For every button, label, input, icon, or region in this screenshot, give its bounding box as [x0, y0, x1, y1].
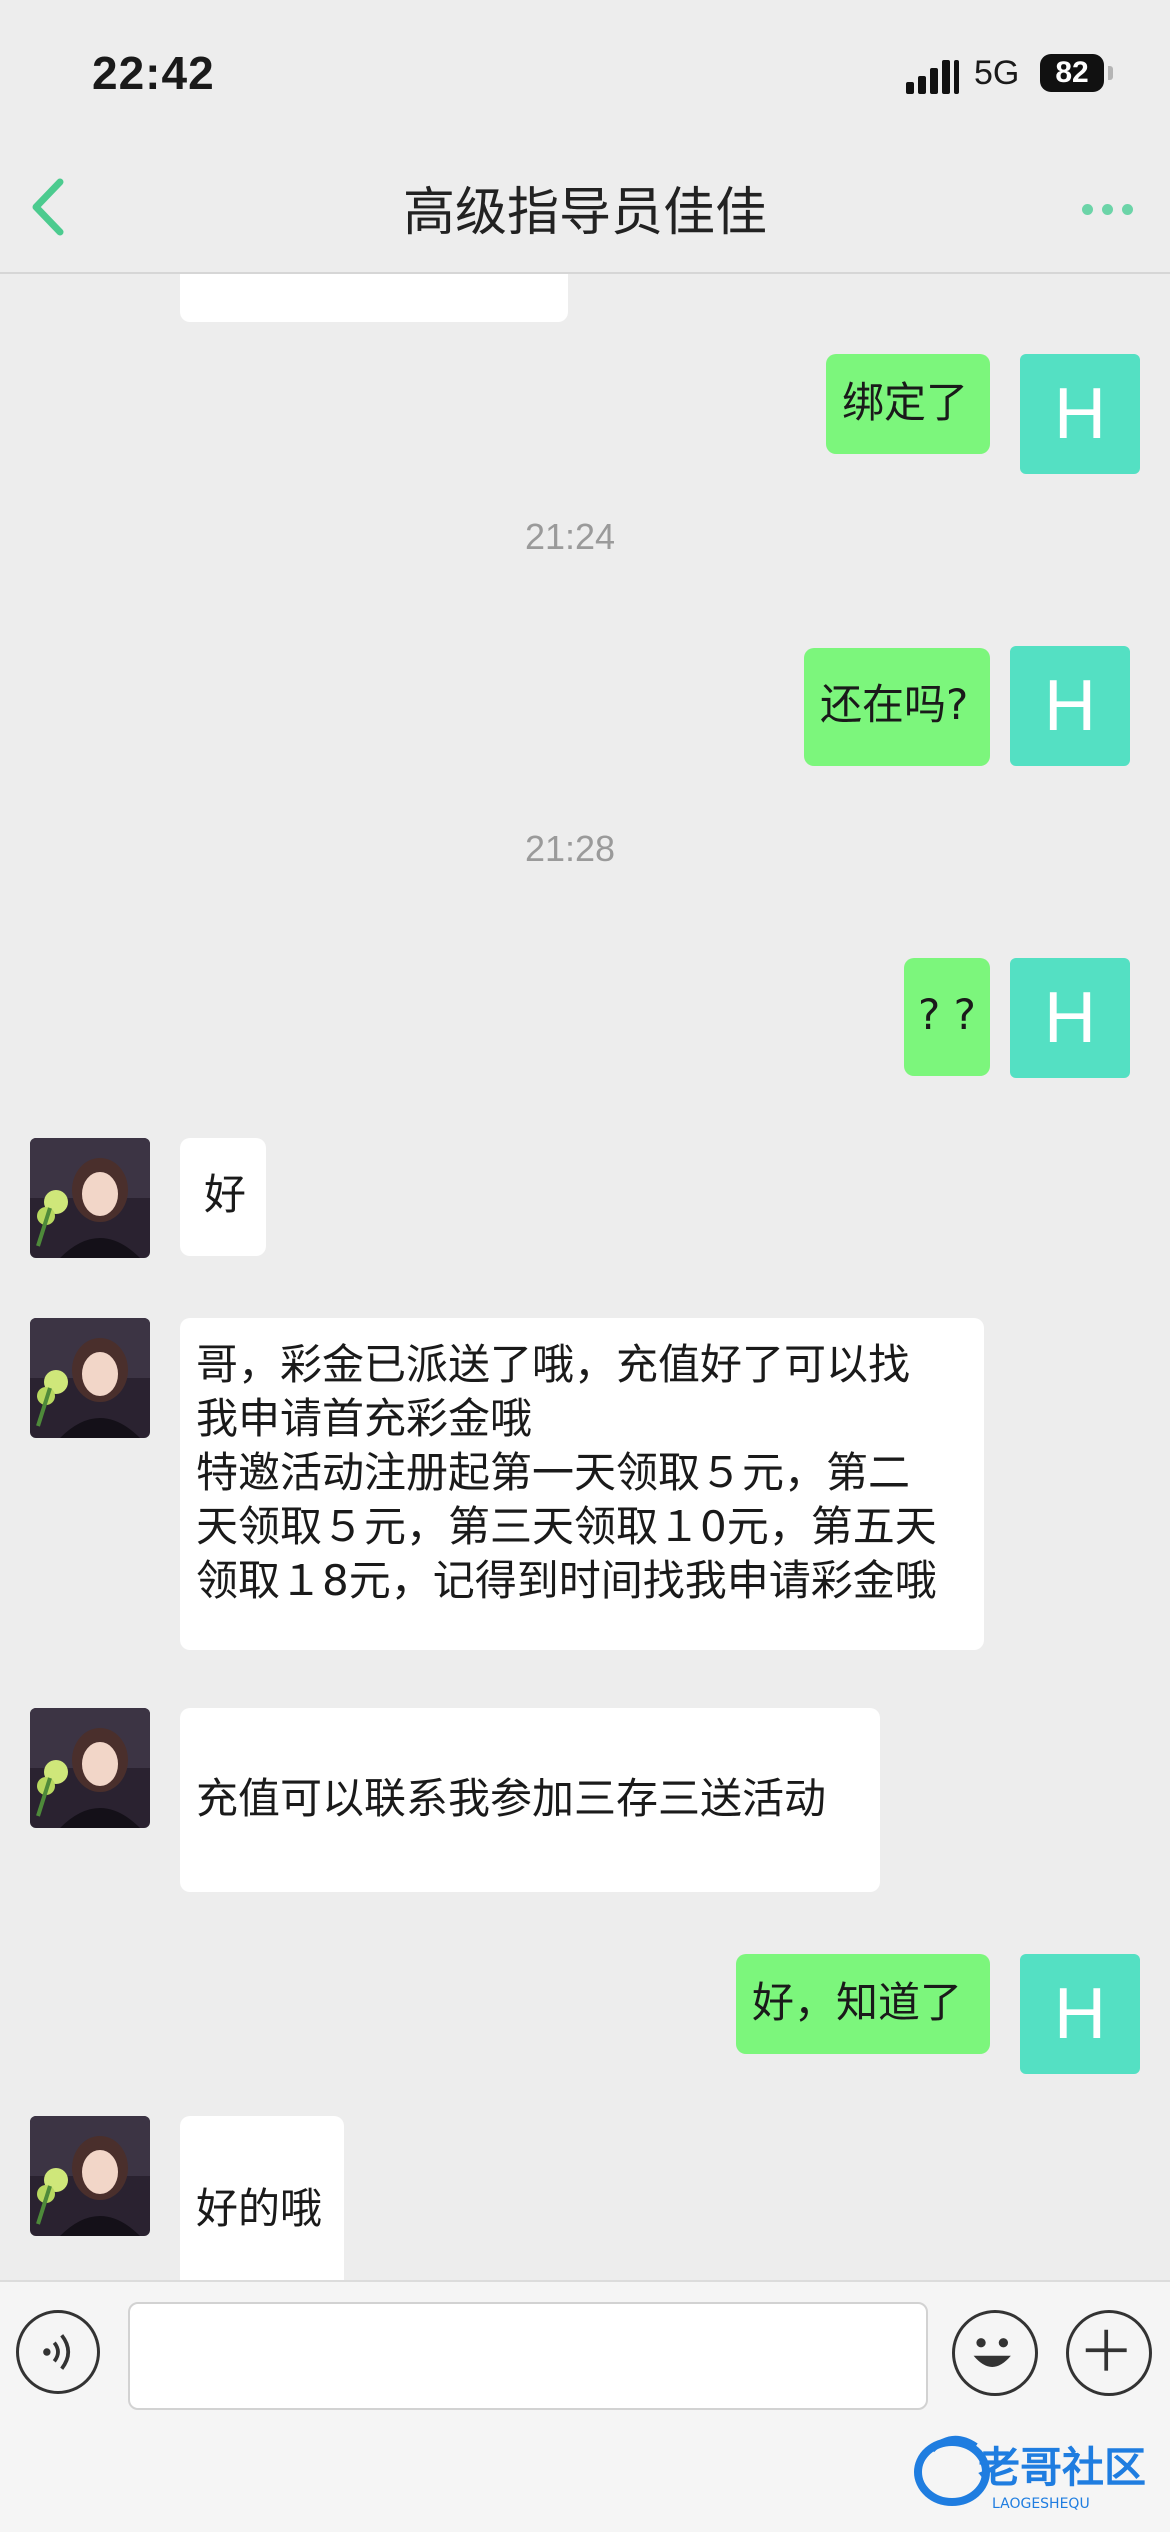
battery-icon: 82	[1040, 54, 1104, 92]
message-text-line: 天领取５元，第三天领取１0元，第五天	[196, 1502, 937, 1551]
message-bubble-incoming[interactable]: 好的哦	[180, 2116, 344, 2280]
message-bubble-outgoing[interactable]: 好，知道了	[736, 1954, 990, 2054]
message-text: 绑定了	[842, 378, 969, 427]
avatar[interactable]	[30, 1318, 150, 1438]
message-text: 好，知道了	[752, 1978, 963, 2027]
emoji-icon	[973, 2338, 1011, 2367]
message-text-line: 哥，彩金已派送了哦，充值好了可以找	[196, 1340, 911, 1389]
message-text-line: 我申请首充彩金哦	[196, 1394, 533, 1443]
message-bubble-outgoing[interactable]: 还在吗?	[804, 648, 990, 766]
watermark-logo: 老哥社区 LAOGESHEQU	[914, 2436, 1146, 2512]
status-time: 22:42	[92, 47, 215, 99]
plus-icon	[1085, 2329, 1127, 2371]
plus-button[interactable]	[1066, 2310, 1152, 2396]
message-bubble-incoming[interactable]: 好	[180, 1138, 266, 1256]
message-bubble-incoming[interactable]: 充值可以联系我参加三存三送活动	[180, 1708, 880, 1892]
signal-icon	[906, 58, 962, 94]
status-bar: 22:42 5G 82	[0, 0, 1170, 150]
message-bubble-outgoing[interactable]: ? ?	[904, 958, 990, 1076]
avatar[interactable]	[30, 2116, 150, 2236]
message-text-line: 领取１8元，记得到时间找我申请彩金哦	[196, 1556, 937, 1605]
message-text: 充值可以联系我参加三存三送活动	[196, 1774, 827, 1823]
avatar[interactable]: H	[1010, 646, 1130, 766]
avatar[interactable]	[30, 1138, 150, 1258]
timestamp: 21:24	[524, 516, 616, 557]
message-text-line: 特邀活动注册起第一天领取５元，第二	[196, 1448, 911, 1497]
message-text: 还在吗?	[820, 680, 969, 729]
network-type: 5G	[974, 54, 1020, 92]
watermark-subtitle: LAOGESHEQU	[992, 2496, 1090, 2512]
message-bubble-partial	[180, 274, 568, 322]
voice-button[interactable]	[16, 2310, 100, 2394]
message-text: ? ?	[918, 990, 976, 1039]
avatar[interactable]: H	[1020, 1954, 1140, 2074]
battery-cap	[1108, 66, 1113, 80]
message-bubble-outgoing[interactable]: 绑定了	[826, 354, 990, 454]
message-text: 好	[204, 1170, 247, 1219]
more-dots-icon[interactable]	[1082, 198, 1136, 218]
watermark-title: 老哥社区	[978, 2443, 1146, 2492]
nav-bar: 高级指导员佳佳	[0, 150, 1170, 274]
avatar[interactable]: H	[1010, 958, 1130, 1078]
voice-icon	[43, 2334, 71, 2370]
avatar[interactable]: H	[1020, 354, 1140, 474]
chat-title: 高级指导员佳佳	[402, 183, 767, 243]
timestamp: 21:28	[524, 828, 616, 869]
chat-area[interactable]: 绑定了 H 21:24 还在吗? H 21:28 ? ? H 好 哥，彩金已派送	[0, 274, 1170, 2280]
avatar[interactable]	[30, 1708, 150, 1828]
message-input[interactable]	[128, 2302, 928, 2410]
message-text: 好的哦	[196, 2184, 323, 2233]
input-bar	[0, 2280, 1170, 2432]
emoji-button[interactable]	[952, 2310, 1038, 2396]
message-bubble-incoming[interactable]: 哥，彩金已派送了哦，充值好了可以找 我申请首充彩金哦 特邀活动注册起第一天领取５…	[180, 1318, 984, 1650]
